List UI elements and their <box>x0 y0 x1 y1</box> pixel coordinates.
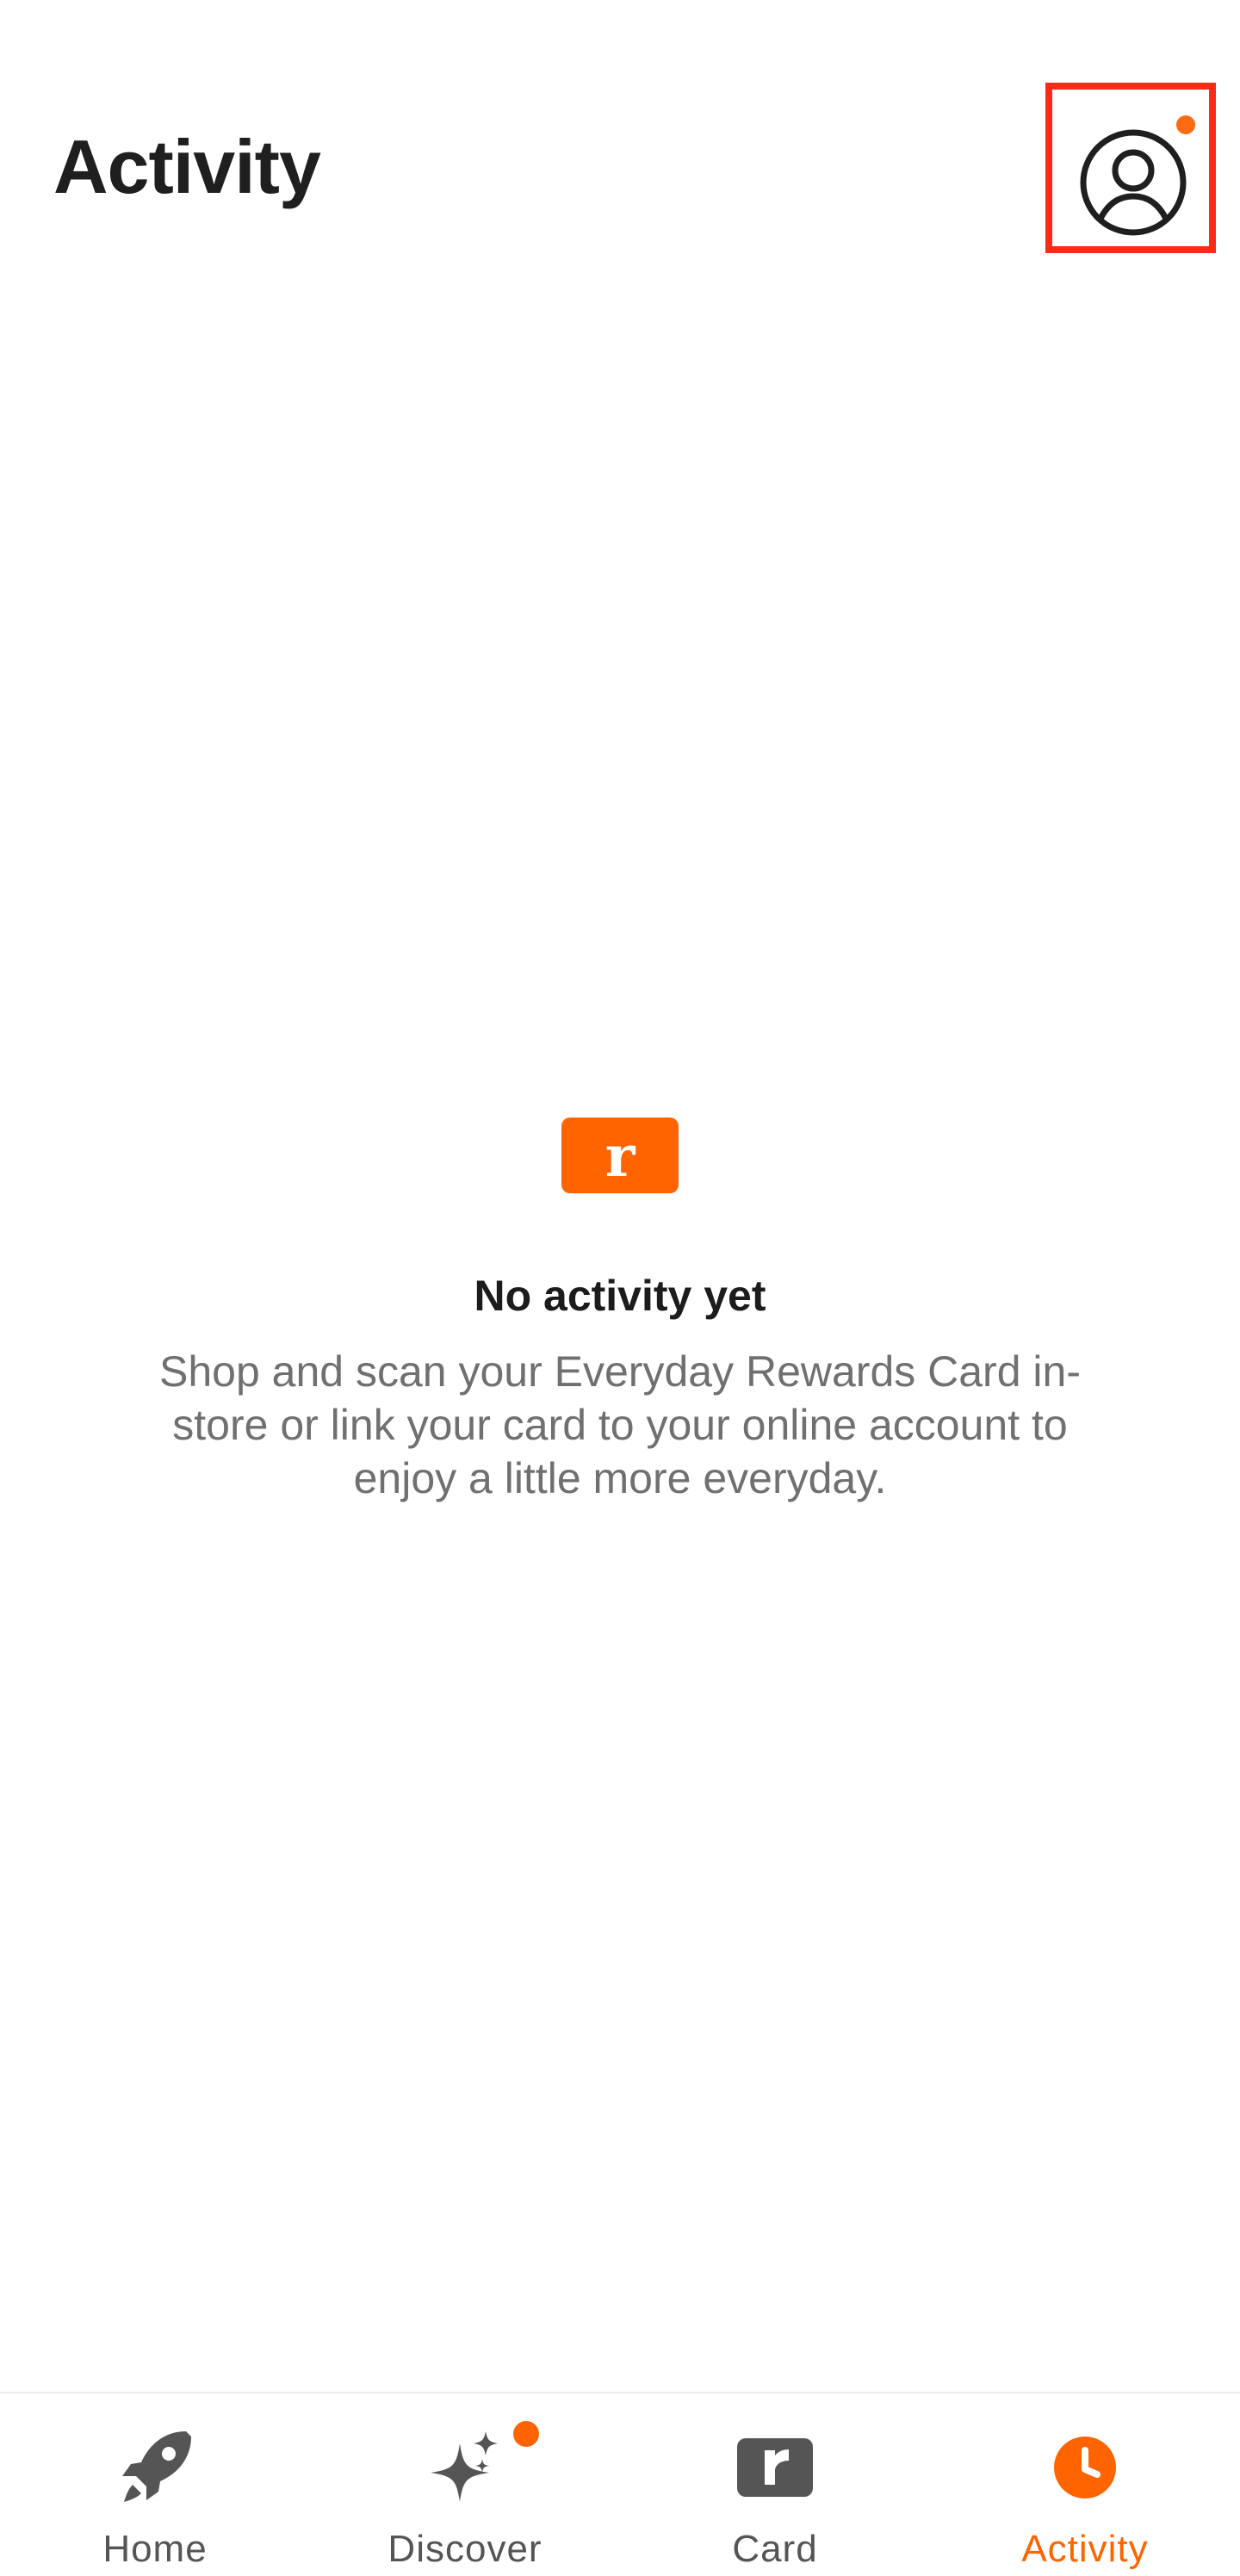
empty-state-title: No activity yet <box>474 1272 766 1320</box>
page-title: Activity <box>53 124 321 209</box>
rewards-logo: r <box>561 1118 679 1193</box>
nav-item-card[interactable]: Card <box>620 2393 930 2576</box>
nav-item-activity[interactable]: Activity <box>930 2393 1240 2576</box>
notification-dot <box>1176 115 1195 134</box>
nav-item-home[interactable]: Home <box>0 2393 310 2576</box>
rewards-card-icon <box>737 2438 813 2497</box>
nav-item-discover[interactable]: Discover <box>310 2393 620 2576</box>
bottom-navigation: Home Discover Card Activity <box>0 2392 1240 2576</box>
empty-state-description: Shop and scan your Everyday Rewards Card… <box>159 1347 1081 1502</box>
discover-notification-badge <box>513 2421 539 2447</box>
clock-icon <box>1054 2437 1116 2499</box>
nav-label-home: Home <box>102 2528 208 2570</box>
account-circle-icon <box>1080 129 1187 236</box>
sparkle-icon <box>431 2431 498 2502</box>
activity-screen: Activity r No activity yet Shop and scan… <box>0 0 1240 2576</box>
profile-button[interactable] <box>1045 83 1216 253</box>
rewards-logo-letter: r <box>605 1123 636 1190</box>
nav-label-discover: Discover <box>388 2528 542 2570</box>
nav-label-card: Card <box>732 2528 818 2570</box>
rewards-logo-icon: r <box>605 1123 636 1190</box>
nav-label-activity: Activity <box>1021 2528 1149 2570</box>
rocket-icon <box>122 2431 191 2502</box>
